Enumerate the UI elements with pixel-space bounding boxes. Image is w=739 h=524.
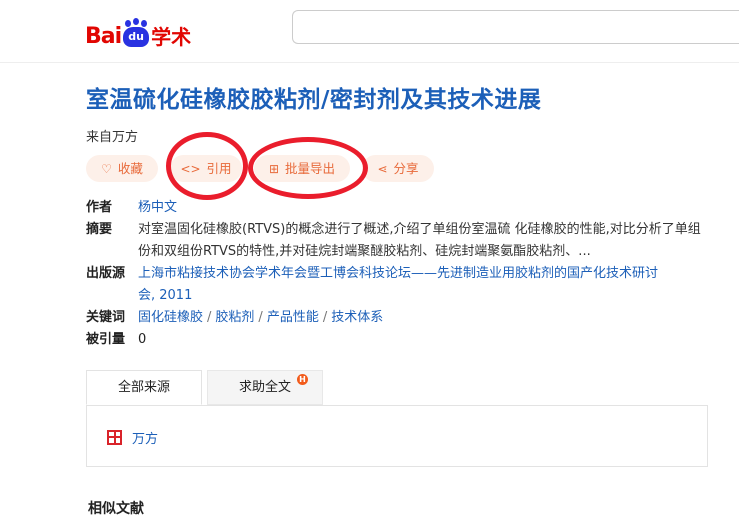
- author-link[interactable]: 杨中文: [138, 197, 177, 219]
- article-title[interactable]: 室温硫化硅橡胶胶粘剂/密封剂及其技术进展: [86, 84, 541, 116]
- abstract-line-1: 对室温固化硅橡胶(RTVS)的概念进行了概述,介绍了单组份室温硫 化硅橡胶的性能…: [138, 222, 701, 237]
- tab-all-sources[interactable]: 全部来源: [86, 370, 202, 405]
- keyword-separator: /: [207, 310, 212, 325]
- keyword-link[interactable]: 产品性能: [267, 310, 319, 325]
- source-note: 来自万方: [86, 130, 139, 145]
- heart-icon: ♡: [101, 162, 112, 176]
- folder-export-icon: ⊞: [268, 162, 280, 176]
- venue-line-1: 上海市粘接技术协会学术年会暨工博会科技论坛——先进制造业用胶粘剂的国产化技术研讨: [138, 266, 659, 281]
- wanfang-icon: [107, 429, 122, 445]
- keyword-separator: /: [322, 310, 328, 325]
- hot-badge: H: [297, 374, 308, 385]
- batch-export-label: 批量导出: [285, 161, 336, 176]
- keyword-link[interactable]: 固化硅橡胶: [138, 310, 203, 325]
- abstract-line-2: 份和双组份RTVS的特性,并对硅烷封端聚醚胶粘剂、硅烷封端聚氨酯胶粘剂、...: [138, 244, 591, 259]
- tab-request-fulltext-label: 求助全文: [238, 380, 291, 395]
- source-label: 万方: [132, 431, 159, 447]
- keywords-label: 关键词: [86, 310, 126, 325]
- logo-text-du: du: [123, 27, 150, 47]
- share-button[interactable]: ⋖ 分享: [362, 155, 434, 182]
- cite-label: 引用: [206, 161, 232, 176]
- baidu-xueshu-logo[interactable]: Bai du 学术: [85, 10, 191, 48]
- logo-text-xueshu: 学术: [151, 25, 192, 49]
- abstract-text: 对室温固化硅橡胶(RTVS)的概念进行了概述,介绍了单组份室温硫 化硅橡胶的性能…: [138, 219, 728, 263]
- source-item-wanfang[interactable]: 万方: [107, 428, 159, 447]
- batch-export-button[interactable]: ⊞ 批量导出: [254, 155, 350, 182]
- cited-count: 0: [138, 332, 147, 347]
- keyword-link[interactable]: 技术体系: [331, 310, 383, 325]
- abstract-label: 摘要: [86, 222, 113, 237]
- paw-icon: du: [122, 18, 150, 48]
- keyword-separator: /: [258, 310, 263, 325]
- venue-label: 出版源: [86, 266, 126, 281]
- cited-label: 被引量: [86, 332, 126, 347]
- share-icon: ⋖: [377, 162, 388, 176]
- sources-panel: 万方: [86, 405, 708, 467]
- cite-button[interactable]: <> 引用: [170, 155, 242, 182]
- similar-papers-heading: 相似文献: [88, 501, 144, 517]
- tab-request-fulltext[interactable]: 求助全文 H: [207, 370, 323, 405]
- favorite-label: 收藏: [117, 161, 143, 176]
- code-icon: <>: [180, 162, 201, 176]
- logo-text-bai: Bai: [85, 24, 122, 49]
- author-label: 作者: [86, 200, 113, 215]
- venue-line-2: 会, 2011: [138, 288, 193, 303]
- keyword-link[interactable]: 胶粘剂: [215, 310, 254, 325]
- share-label: 分享: [393, 161, 419, 176]
- search-input[interactable]: [292, 10, 739, 44]
- keywords-list: 固化硅橡胶 / 胶粘剂 / 产品性能 / 技术体系: [138, 307, 383, 329]
- header: Bai du 学术: [0, 0, 739, 63]
- source-tabs: 全部来源 求助全文 H: [86, 370, 710, 406]
- favorite-button[interactable]: ♡ 收藏: [86, 155, 158, 182]
- venue-link[interactable]: 上海市粘接技术协会学术年会暨工博会科技论坛——先进制造业用胶粘剂的国产化技术研讨…: [138, 263, 658, 307]
